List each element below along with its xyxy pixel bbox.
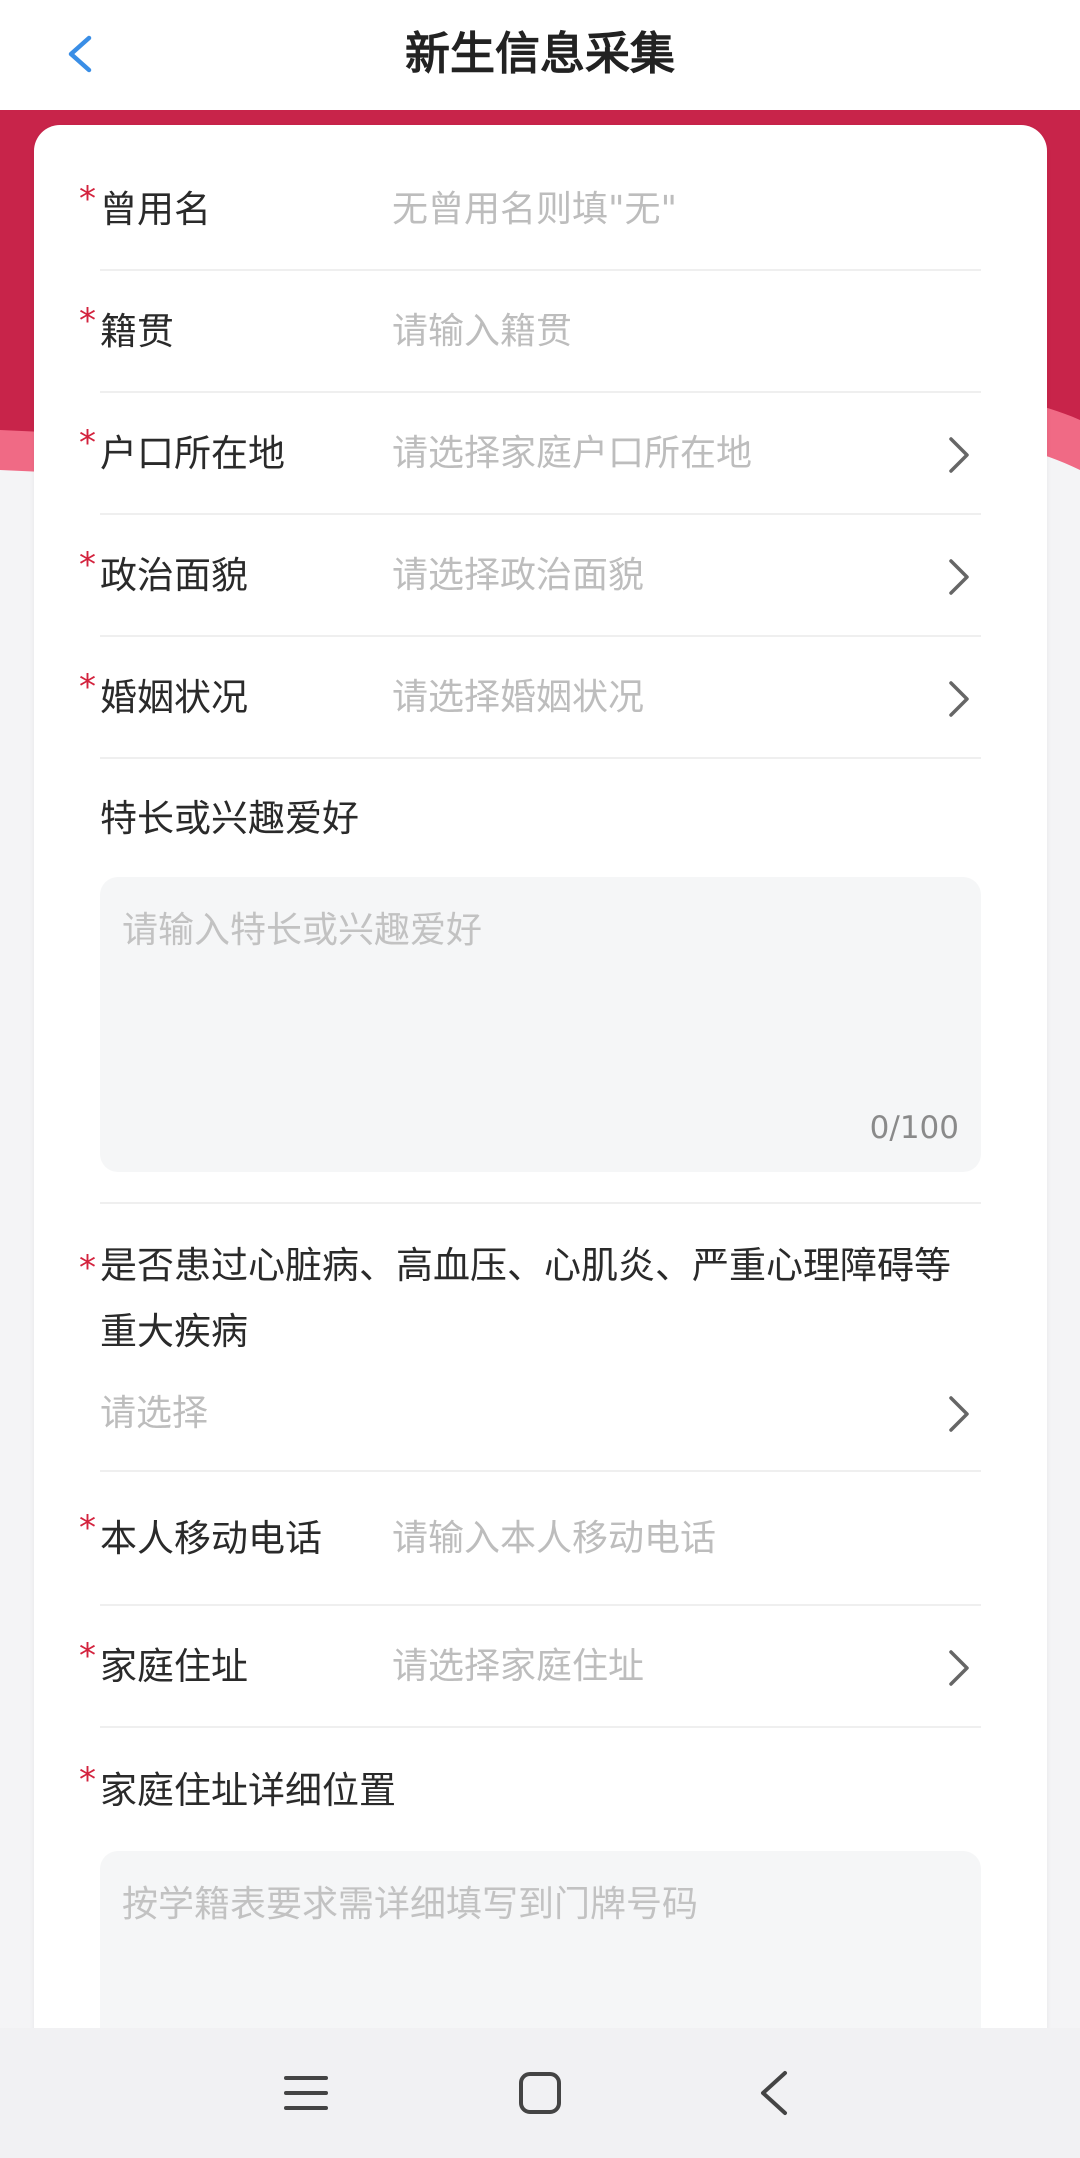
required-mark: * xyxy=(79,423,96,463)
menu-icon xyxy=(284,2076,328,2110)
mobile-phone-label: 本人移动电话 xyxy=(100,1517,322,1560)
home-button[interactable] xyxy=(500,2058,580,2128)
major-illness-select[interactable]: 请选择 xyxy=(100,1390,208,1438)
home-square-icon xyxy=(519,2072,561,2114)
screen: 新生信息采集 * 曾用名 * 籍贯 * 户口所在地 请选择家庭户口所在地 xyxy=(0,0,1080,2158)
major-illness-label-line2: 重大疾病 xyxy=(100,1310,248,1353)
former-name-label: 曾用名 xyxy=(100,188,211,231)
marital-status-label: 婚姻状况 xyxy=(100,676,248,719)
native-place-input[interactable] xyxy=(392,308,947,356)
major-illness-select-row[interactable]: 请选择 xyxy=(34,1370,1047,1470)
marital-status-select[interactable]: 请选择婚姻状况 xyxy=(392,674,947,722)
required-mark: * xyxy=(79,667,96,707)
required-mark: * xyxy=(79,1248,96,1288)
household-location-label: 户口所在地 xyxy=(100,432,285,475)
top-bar: 新生信息采集 xyxy=(0,0,1080,110)
household-location-row[interactable]: * 户口所在地 请选择家庭户口所在地 xyxy=(34,393,1047,515)
home-address-row[interactable]: * 家庭住址 请选择家庭住址 xyxy=(34,1606,1047,1728)
former-name-row: * 曾用名 xyxy=(34,149,1047,271)
address-detail-label: 家庭住址详细位置 xyxy=(100,1769,396,1812)
chevron-right-icon xyxy=(949,437,969,473)
char-counter: 0/100 xyxy=(869,1110,959,1146)
political-status-label: 政治面貌 xyxy=(100,554,248,597)
chevron-right-icon xyxy=(949,1650,969,1686)
divider xyxy=(100,1202,981,1204)
mobile-phone-input[interactable] xyxy=(392,1515,947,1563)
marital-status-row[interactable]: * 婚姻状况 请选择婚姻状况 xyxy=(34,637,1047,759)
back-triangle-icon xyxy=(761,2071,787,2115)
major-illness-question: 是否患过心脏病、高血压、心肌炎、严重心理障碍等 重大疾病 xyxy=(100,1233,1000,1365)
required-mark: * xyxy=(79,1636,96,1676)
menu-button[interactable] xyxy=(266,2058,346,2128)
home-address-select[interactable]: 请选择家庭住址 xyxy=(392,1643,947,1691)
chevron-right-icon xyxy=(949,1396,969,1432)
native-place-row: * 籍贯 xyxy=(34,271,1047,393)
divider xyxy=(100,757,981,759)
chevron-right-icon xyxy=(949,559,969,595)
required-mark: * xyxy=(79,179,96,219)
page-title: 新生信息采集 xyxy=(404,27,675,80)
former-name-input[interactable] xyxy=(392,186,947,234)
chevron-right-icon xyxy=(949,681,969,717)
required-mark: * xyxy=(79,1508,96,1548)
address-detail-textarea[interactable] xyxy=(122,1881,959,2011)
system-back-button[interactable] xyxy=(734,2058,814,2128)
required-mark: * xyxy=(79,301,96,341)
hobbies-label: 特长或兴趣爱好 xyxy=(100,797,359,840)
hobbies-textarea-box: 0/100 xyxy=(100,877,981,1172)
hobbies-textarea[interactable] xyxy=(122,907,959,1037)
divider xyxy=(100,1726,981,1728)
political-status-select[interactable]: 请选择政治面貌 xyxy=(392,552,947,600)
mobile-phone-row: * 本人移动电话 xyxy=(34,1472,1047,1606)
system-nav-bar xyxy=(0,2028,1080,2158)
political-status-row[interactable]: * 政治面貌 请选择政治面貌 xyxy=(34,515,1047,637)
home-address-label: 家庭住址 xyxy=(100,1645,248,1688)
major-illness-label-line1: 是否患过心脏病、高血压、心肌炎、严重心理障碍等 xyxy=(100,1244,951,1287)
required-mark: * xyxy=(79,545,96,585)
form-card: * 曾用名 * 籍贯 * 户口所在地 请选择家庭户口所在地 * 政治面貌 请选择 xyxy=(34,125,1047,2158)
required-mark: * xyxy=(79,1760,96,1800)
native-place-label: 籍贯 xyxy=(100,310,174,353)
household-location-select[interactable]: 请选择家庭户口所在地 xyxy=(392,430,947,478)
